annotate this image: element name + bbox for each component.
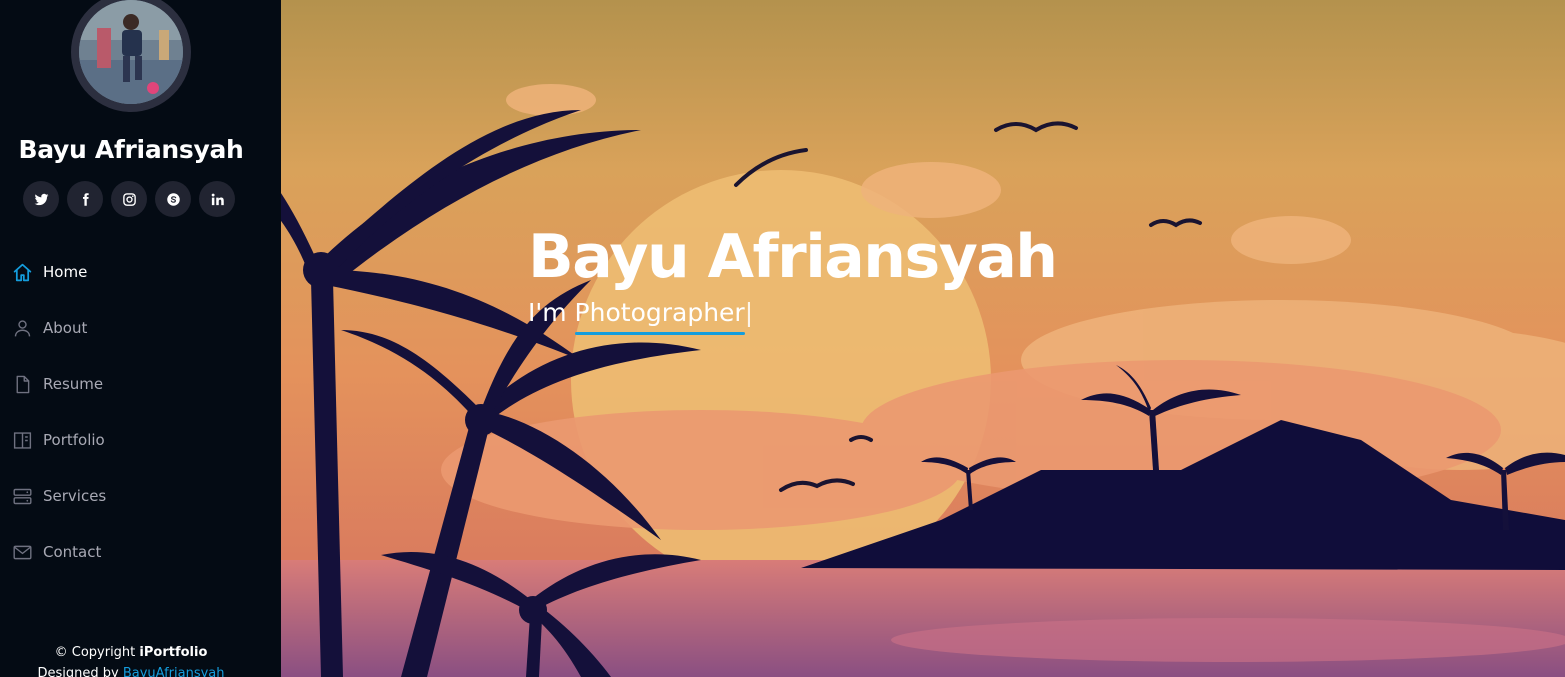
facebook-link[interactable] — [67, 181, 103, 217]
nav-item-home[interactable]: Home — [0, 244, 281, 300]
file-icon — [12, 374, 33, 395]
hero-title: Bayu Afriansyah — [528, 222, 1058, 292]
nav-item-resume[interactable]: Resume — [0, 356, 281, 412]
copyright-brand: iPortfolio — [139, 645, 208, 660]
nav-item-services[interactable]: Services — [0, 468, 281, 524]
instagram-icon — [122, 192, 137, 207]
person-icon — [12, 318, 33, 339]
avatar — [71, 0, 191, 112]
linkedin-link[interactable] — [199, 181, 235, 217]
sidebar-footer: © Copyright iPortfolio Designed by BayuA… — [0, 642, 262, 677]
server-icon — [12, 486, 33, 507]
hero-subtitle: I'm Photographer| — [528, 298, 754, 335]
skype-icon — [166, 192, 181, 207]
copyright: © Copyright iPortfolio — [54, 645, 208, 660]
nav-item-about[interactable]: About — [0, 300, 281, 356]
book-icon — [12, 430, 33, 451]
twitter-link[interactable] — [23, 181, 59, 217]
hero-section: Bayu Afriansyah I'm Photographer| — [281, 0, 1565, 677]
hero-background-image — [281, 0, 1565, 677]
designer-link[interactable]: BayuAfriansyah — [123, 666, 225, 677]
typed-cursor: | — [744, 298, 754, 327]
nav-item-portfolio[interactable]: Portfolio — [0, 412, 281, 468]
instagram-link[interactable] — [111, 181, 147, 217]
nav-label-portfolio: Portfolio — [43, 431, 105, 449]
typed-text: Photographer — [574, 298, 745, 335]
skype-link[interactable] — [155, 181, 191, 217]
designed-by: Designed by BayuAfriansyah — [0, 663, 262, 677]
sidebar: Bayu Afriansyah Home About Resume Portfo… — [0, 0, 281, 677]
nav-label-resume: Resume — [43, 375, 104, 393]
nav-label-contact: Contact — [43, 543, 102, 561]
nav-label-about: About — [43, 319, 88, 337]
twitter-icon — [34, 192, 49, 207]
nav-label-services: Services — [43, 487, 107, 505]
home-icon — [12, 262, 33, 283]
profile-name: Bayu Afriansyah — [18, 135, 244, 164]
hero-subtitle-prefix: I'm — [528, 298, 575, 327]
profile-photo — [79, 0, 183, 104]
linkedin-icon — [210, 192, 225, 207]
facebook-icon — [78, 192, 93, 207]
nav-item-contact[interactable]: Contact — [0, 524, 281, 580]
envelope-icon — [12, 542, 33, 563]
nav-menu: Home About Resume Portfolio Services Con… — [0, 244, 281, 580]
social-links — [23, 181, 235, 217]
nav-label-home: Home — [43, 263, 88, 281]
